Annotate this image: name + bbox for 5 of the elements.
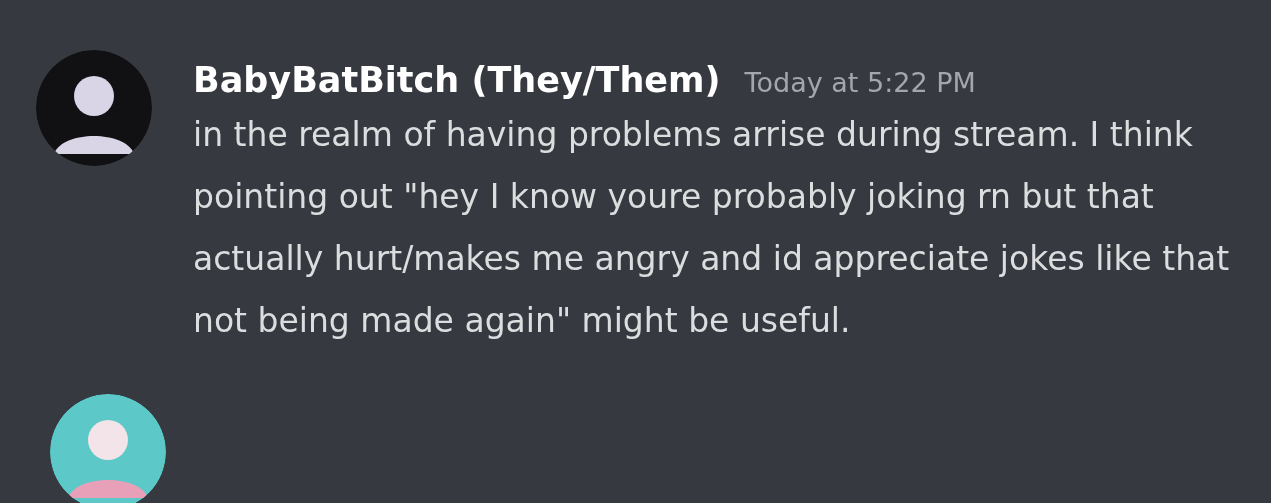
message-text: in the realm of having problems arrise during stream. I think pointing out "hey I know youre probably joking rn but that actually hurt/makes me angry and id appreciate jokes like that not being made again" might be useful.	[193, 113, 1231, 342]
avatar[interactable]	[36, 50, 152, 166]
author-name[interactable]: BabyBatBitch (They/Them)	[193, 58, 721, 102]
timestamp: Today at 5:22 PM	[744, 66, 976, 100]
avatar[interactable]	[50, 393, 166, 503]
